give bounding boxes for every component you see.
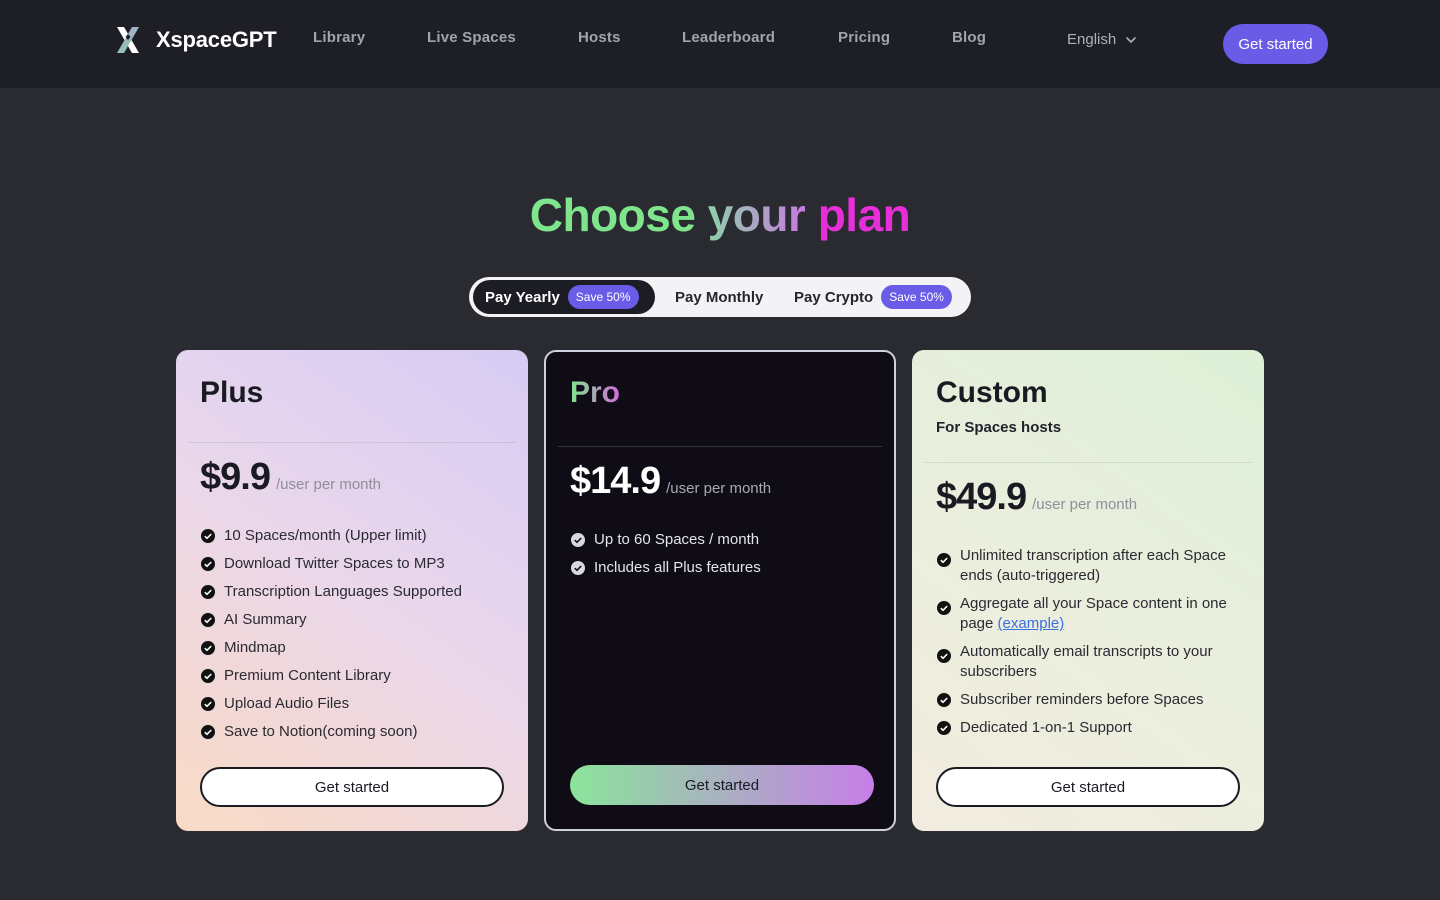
nav-link-library[interactable]: Library	[313, 29, 365, 46]
pay-monthly-tab[interactable]: Pay Monthly	[675, 280, 763, 314]
check-circle-icon	[201, 697, 215, 711]
save-badge: Save 50%	[567, 285, 639, 309]
plan-name: Pro	[570, 376, 621, 409]
get-started-button[interactable]: Get started	[1223, 24, 1328, 64]
title-word-3: plan	[817, 189, 911, 241]
nav-link-leaderboard[interactable]: Leaderboard	[682, 29, 775, 46]
pay-yearly-tab[interactable]: Pay Yearly Save 50%	[473, 280, 655, 314]
check-circle-icon	[201, 585, 215, 599]
check-circle-icon	[201, 557, 215, 571]
feature-item: Download Twitter Spaces to MP3	[200, 554, 510, 574]
feature-list: Unlimited transcription after each Space…	[936, 546, 1236, 746]
save-badge: Save 50%	[881, 285, 952, 309]
plan-card-pro: Pro $14.9 /user per month Up to 60 Space…	[544, 350, 896, 831]
feature-item: Aggregate all your Space content in one …	[936, 594, 1236, 634]
feature-item: AI Summary	[200, 610, 510, 630]
price-value: $9.9	[200, 456, 271, 498]
title-word-1: Choose	[529, 189, 696, 241]
nav-link-live-spaces[interactable]: Live Spaces	[427, 29, 516, 46]
language-selector[interactable]: English	[1067, 31, 1137, 48]
card-divider	[188, 442, 516, 443]
check-circle-icon	[201, 529, 215, 543]
price-unit: /user per month	[1032, 496, 1138, 513]
feature-item: Premium Content Library	[200, 666, 510, 686]
page-title: Choose your plan	[0, 188, 1440, 242]
card-divider	[558, 446, 882, 447]
plan-card-plus: Plus $9.9 /user per month 10 Spaces/mont…	[176, 350, 528, 831]
feature-item: Automatically email transcripts to your …	[936, 642, 1236, 682]
feature-item: Includes all Plus features	[570, 558, 880, 578]
check-circle-icon	[571, 533, 585, 547]
plan-subtitle: For Spaces hosts	[936, 419, 1062, 436]
plan-name: Plus	[200, 376, 264, 409]
feature-item: Unlimited transcription after each Space…	[936, 546, 1236, 586]
feature-list: Up to 60 Spaces / month Includes all Plu…	[570, 530, 880, 586]
chevron-down-icon	[1126, 36, 1137, 43]
language-label: English	[1067, 31, 1117, 48]
plan-price: $49.9 /user per month	[936, 476, 1137, 519]
pay-crypto-label: Pay Crypto	[794, 288, 874, 306]
feature-list: 10 Spaces/month (Upper limit) Download T…	[200, 526, 510, 750]
feature-item: 10 Spaces/month (Upper limit)	[200, 526, 510, 546]
nav-link-pricing[interactable]: Pricing	[838, 29, 890, 46]
check-circle-icon	[201, 613, 215, 627]
plan-card-custom: Custom For Spaces hosts $49.9 /user per …	[912, 350, 1264, 831]
feature-item: Dedicated 1-on-1 Support	[936, 718, 1236, 738]
xspace-logo-icon	[117, 27, 139, 53]
check-circle-icon	[571, 561, 585, 575]
price-unit: /user per month	[275, 476, 382, 493]
card-divider	[924, 462, 1252, 463]
pay-monthly-label: Pay Monthly	[675, 288, 764, 306]
feature-item: Mindmap	[200, 638, 510, 658]
plan-price: $14.9 /user per month	[570, 460, 771, 503]
feature-item: Save to Notion(coming soon)	[200, 722, 510, 742]
pay-crypto-tab[interactable]: Pay Crypto Save 50%	[794, 280, 952, 314]
price-unit: /user per month	[666, 480, 772, 497]
plan-name: Custom	[936, 376, 1048, 409]
pay-yearly-label: Pay Yearly	[485, 288, 560, 306]
check-circle-icon	[201, 641, 215, 655]
title-word-2: your	[707, 189, 806, 241]
check-circle-icon	[937, 721, 951, 735]
check-circle-icon	[201, 669, 215, 683]
brand-logo[interactable]: XspaceGPT	[113, 25, 277, 55]
plan-price: $9.9 /user per month	[200, 456, 381, 499]
check-circle-icon	[937, 601, 951, 615]
example-link[interactable]: (example)	[998, 615, 1065, 632]
check-circle-icon	[937, 693, 951, 707]
brand-name: XspaceGPT	[156, 27, 277, 52]
billing-toggle: Pay Yearly Save 50% Pay Monthly Pay Cryp…	[469, 277, 971, 317]
nav-link-hosts[interactable]: Hosts	[578, 29, 621, 46]
nav-link-blog[interactable]: Blog	[952, 29, 986, 46]
pro-get-started-button[interactable]: Get started	[570, 765, 874, 805]
feature-item: Up to 60 Spaces / month	[570, 530, 880, 550]
feature-item: Upload Audio Files	[200, 694, 510, 714]
top-nav: XspaceGPT Library Live Spaces Hosts Lead…	[0, 0, 1440, 88]
plus-get-started-button[interactable]: Get started	[200, 767, 504, 807]
feature-item: Subscriber reminders before Spaces	[936, 690, 1236, 710]
check-circle-icon	[201, 725, 215, 739]
check-circle-icon	[937, 649, 951, 663]
feature-item: Transcription Languages Supported	[200, 582, 510, 602]
price-value: $14.9	[570, 460, 661, 502]
price-value: $49.9	[936, 476, 1027, 518]
check-circle-icon	[937, 553, 951, 567]
custom-get-started-button[interactable]: Get started	[936, 767, 1240, 807]
